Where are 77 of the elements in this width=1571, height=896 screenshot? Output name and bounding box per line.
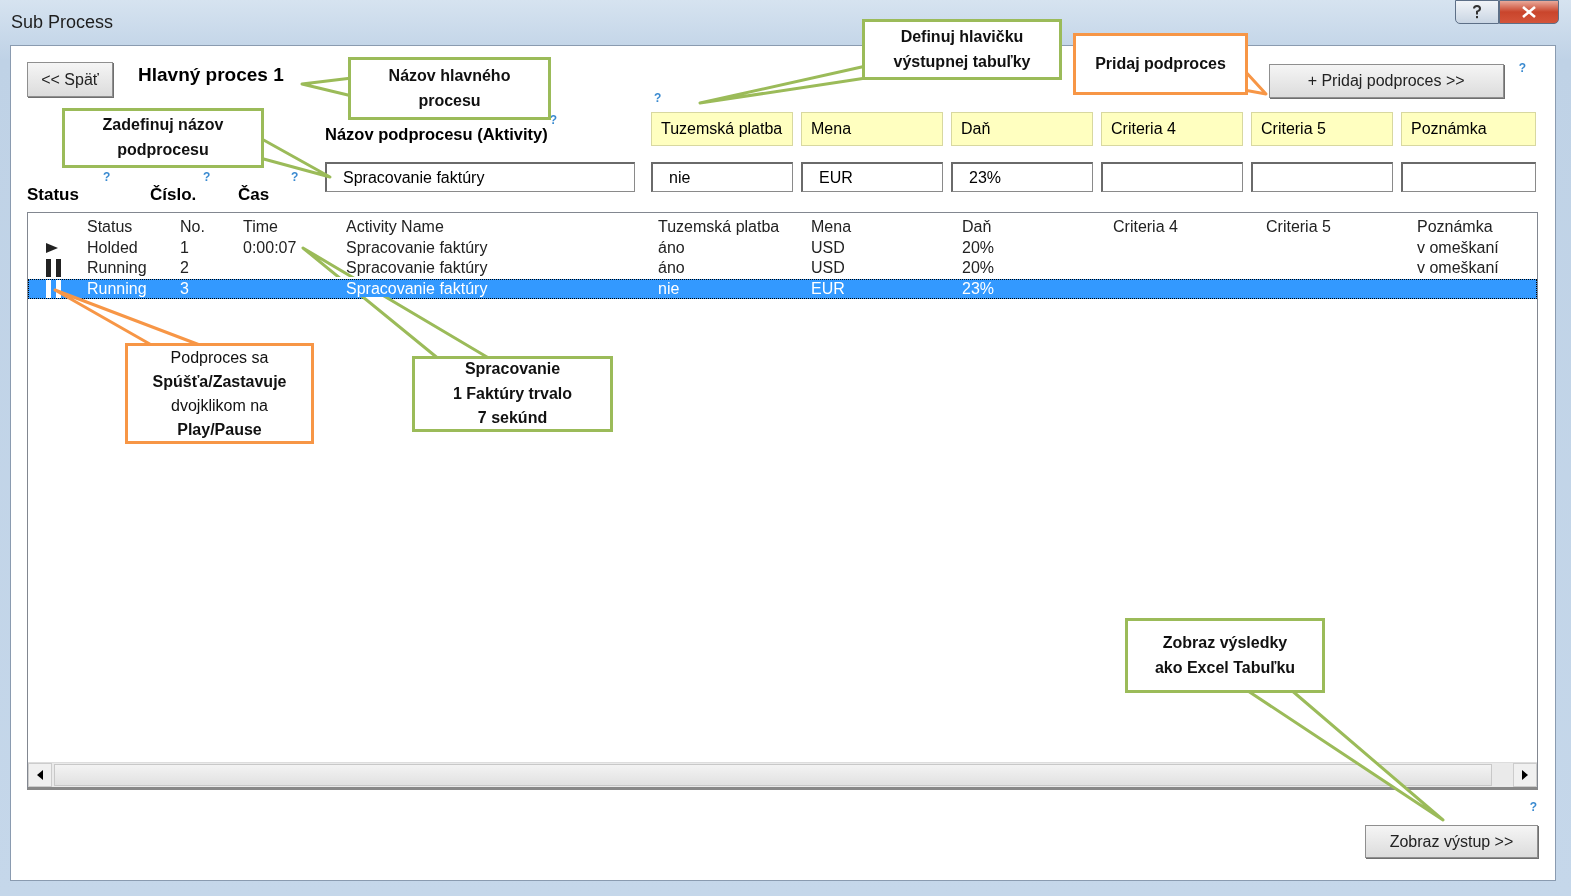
criteria-value-field[interactable]: 23%: [951, 162, 1093, 192]
criteria-value-field[interactable]: EUR: [801, 162, 943, 192]
column-header[interactable]: Criteria 4: [1113, 217, 1266, 238]
scrollbar-thumb[interactable]: [54, 764, 1492, 786]
list-cell: v omeškaní: [1417, 259, 1499, 277]
callout: Zobraz výsledky ako Excel Tabuľku: [1125, 618, 1325, 693]
criteria-header-field[interactable]: Daň: [951, 112, 1093, 146]
column-header[interactable]: Mena: [811, 217, 962, 238]
column-header[interactable]: Time: [243, 217, 346, 238]
activity-label: Názov podprocesu (Aktivity): [325, 125, 548, 144]
list-cell: USD: [811, 238, 845, 256]
criteria-value-field[interactable]: [1101, 162, 1243, 192]
help-mark[interactable]: ?: [1529, 801, 1537, 813]
list-cell: Spracovanie faktúry: [346, 238, 488, 256]
column-label: Číslo.: [150, 185, 198, 205]
criteria-header-field[interactable]: Poznámka: [1401, 112, 1536, 146]
help-mark[interactable]: ?: [549, 114, 558, 126]
column-header[interactable]: Tuzemská platba: [658, 217, 811, 238]
list-row[interactable]: Running 2 Spracovanie faktúry áno USD 20% v omeškaní: [28, 258, 1537, 279]
callout: Spracovanie 1 Faktúry trvalo 7 sekúnd: [412, 356, 613, 432]
scroll-right-button[interactable]: [1513, 763, 1537, 787]
help-mark[interactable]: ?: [150, 171, 238, 183]
back-button[interactable]: << Späť: [27, 62, 113, 97]
column-label: Status: [27, 185, 80, 205]
criteria-header-field[interactable]: Tuzemská platba: [651, 112, 793, 146]
list-cell: áno: [658, 238, 685, 256]
play-icon[interactable]: [46, 242, 58, 253]
list-cell: USD: [811, 259, 845, 277]
column-header[interactable]: Activity Name: [346, 217, 658, 238]
column-header[interactable]: Daň: [962, 217, 1113, 238]
help-button[interactable]: [1455, 0, 1499, 24]
help-mark[interactable]: ?: [238, 171, 318, 183]
list-cell: nie: [658, 279, 680, 297]
list-cell: áno: [658, 259, 685, 277]
list-cell: 2: [180, 259, 189, 277]
callout: Pridaj podproces: [1073, 33, 1248, 95]
criteria-header-field[interactable]: Criteria 4: [1101, 112, 1243, 146]
callout: Definuj hlavičku výstupnej tabuľky: [862, 19, 1062, 80]
close-icon: [1522, 6, 1536, 18]
list-cell: 20%: [962, 259, 995, 277]
help-mark[interactable]: ?: [1518, 62, 1526, 74]
horizontal-scrollbar[interactable]: [28, 762, 1537, 787]
list-cell: v omeškaní: [1417, 238, 1499, 256]
criteria-value-field[interactable]: nie: [651, 162, 793, 192]
list-cell: 20%: [962, 238, 995, 256]
window-title: Sub Process: [10, 11, 114, 33]
column-label: Čas: [238, 185, 271, 205]
list-cell: EUR: [811, 279, 845, 297]
criteria-value-field[interactable]: [1401, 162, 1536, 192]
right-arrow-icon: [1522, 770, 1528, 780]
list-cell: Spracovanie faktúry: [346, 279, 488, 297]
list-row[interactable]: Holded 1 0:00:07 Spracovanie faktúry áno USD 20% v omeškaní: [28, 237, 1537, 258]
list-cell: 3: [180, 279, 189, 297]
scroll-left-button[interactable]: [28, 763, 52, 787]
list-cell: 1: [180, 238, 189, 256]
criteria-header-field[interactable]: Criteria 5: [1251, 112, 1393, 146]
criteria-header-field[interactable]: Mena: [801, 112, 943, 146]
column-header[interactable]: Status: [87, 217, 180, 238]
list-cell: 0:00:07: [243, 238, 297, 256]
list-cell: Holded: [87, 238, 138, 256]
process-name: Hlavný proces 1: [138, 63, 284, 86]
callout: Názov hlavného procesu: [348, 57, 551, 120]
list-cell: 23%: [962, 279, 995, 297]
help-icon: [1471, 4, 1483, 20]
list-cell: Spracovanie faktúry: [346, 259, 488, 277]
show-output-button[interactable]: Zobraz výstup >>: [1365, 825, 1538, 858]
column-header[interactable]: Criteria 5: [1266, 217, 1417, 238]
pause-icon[interactable]: [46, 259, 62, 278]
close-button[interactable]: [1499, 0, 1559, 24]
list-cell: Running: [87, 279, 147, 297]
column-header[interactable]: Poznámka: [1417, 217, 1537, 238]
left-arrow-icon: [37, 770, 43, 780]
add-subprocess-button[interactable]: + Pridaj podproces >>: [1268, 64, 1504, 98]
criteria-value-field[interactable]: [1251, 162, 1393, 192]
list-cell: Running: [87, 259, 147, 277]
column-header[interactable]: No.: [180, 217, 243, 238]
help-mark[interactable]: ?: [27, 171, 150, 183]
